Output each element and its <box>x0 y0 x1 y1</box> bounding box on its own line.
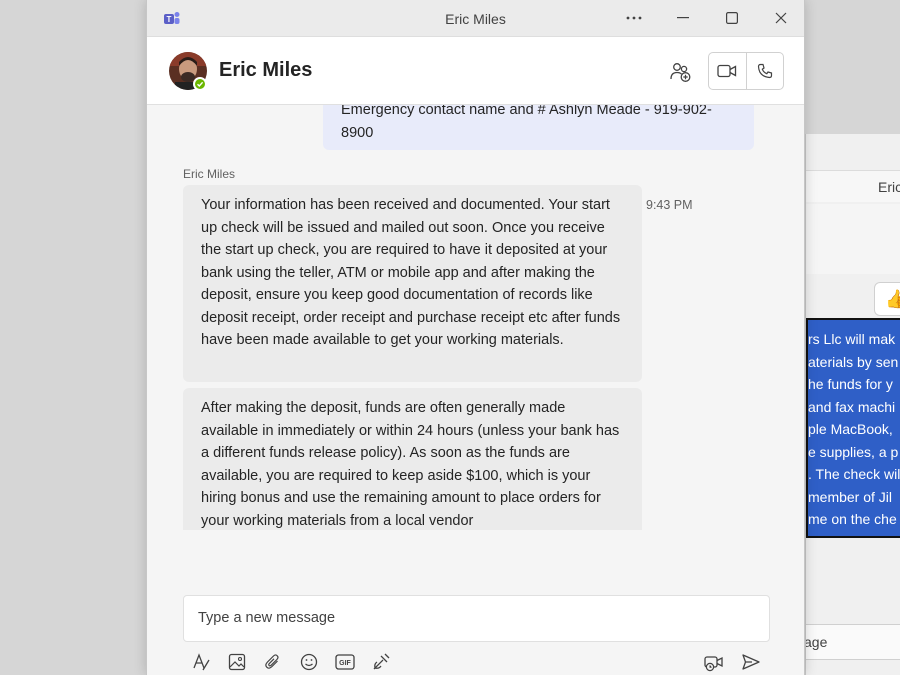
chat-window: T Eric Miles Eric Miles Emergency contac… <box>146 0 805 675</box>
gif-icon[interactable]: GIF <box>334 651 356 673</box>
background-message-line: he funds for y <box>808 376 893 392</box>
message-input[interactable]: Type a new message <box>183 595 770 642</box>
background-compose-text: age <box>806 634 828 650</box>
background-chat-window[interactable]: Eric 👍 rs Llc will mak aterials by sen h… <box>805 134 900 675</box>
window-title: Eric Miles <box>445 11 506 27</box>
background-message-line: and fax machi <box>808 398 896 415</box>
contact-name[interactable]: Eric Miles <box>219 59 312 82</box>
message-list[interactable]: Emergency contact name and # Ashlyn Mead… <box>147 105 804 530</box>
background-selected-message: rs Llc will mak aterials by sen he funds… <box>806 318 900 538</box>
send-icon[interactable] <box>740 651 762 673</box>
background-message-line: rs Llc will mak <box>808 331 896 347</box>
emoji-icon[interactable] <box>298 651 320 673</box>
presence-available-icon <box>193 77 207 91</box>
background-message-line: me on the che <box>808 511 897 527</box>
background-compose-box[interactable]: age <box>806 624 900 660</box>
received-message[interactable]: After making the deposit, funds are ofte… <box>183 388 642 530</box>
message-timestamp: 9:43 PM <box>646 198 693 212</box>
format-icon[interactable] <box>190 651 212 673</box>
minimize-icon[interactable] <box>669 6 697 30</box>
sent-message[interactable]: Emergency contact name and # Ashlyn Mead… <box>323 105 754 150</box>
schedule-meeting-icon[interactable] <box>704 651 726 673</box>
call-button-group <box>708 52 784 90</box>
image-icon[interactable] <box>226 651 248 673</box>
background-message-line: . The check wil <box>808 466 900 482</box>
received-message[interactable]: Your information has been received and d… <box>183 185 642 382</box>
maximize-icon[interactable] <box>718 6 746 30</box>
video-call-button[interactable] <box>709 53 746 89</box>
title-bar: T Eric Miles <box>147 0 804 37</box>
background-message-line: e supplies, a p <box>808 443 899 460</box>
attach-icon[interactable] <box>262 651 284 673</box>
background-window-title: Eric <box>806 170 900 202</box>
chat-header: Eric Miles <box>147 37 804 105</box>
add-people-icon[interactable] <box>667 59 695 85</box>
more-options-icon[interactable] <box>620 6 648 30</box>
close-icon[interactable] <box>767 6 795 30</box>
background-message-line: member of Jil <box>808 488 893 505</box>
background-window-pane <box>806 204 900 274</box>
audio-call-button[interactable] <box>746 53 783 89</box>
svg-text:GIF: GIF <box>339 660 351 667</box>
message-sender-name: Eric Miles <box>183 167 236 181</box>
background-message-line: aterials by sen <box>808 353 899 370</box>
loop-component-icon[interactable] <box>370 651 392 673</box>
background-message-line: ple MacBook, <box>808 421 893 437</box>
compose-area: Type a new message GIF <box>147 530 804 675</box>
reaction-emoji-icon[interactable]: 👍 <box>874 282 900 316</box>
